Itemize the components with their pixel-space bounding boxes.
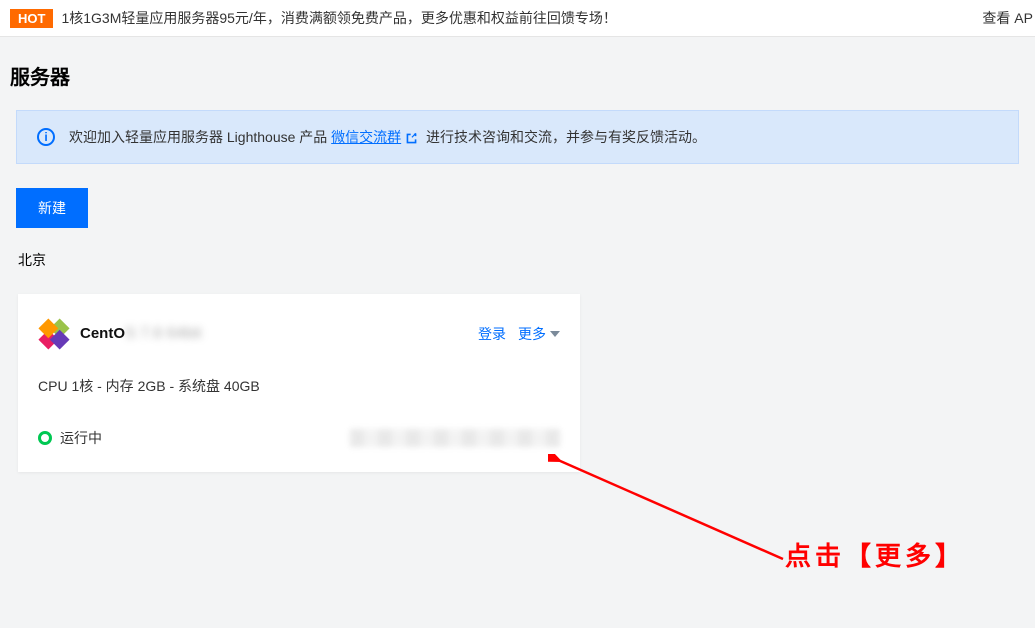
alert-text-pre: 欢迎加入轻量应用服务器 Lighthouse 产品 bbox=[69, 129, 331, 145]
status-running-icon bbox=[38, 431, 52, 445]
external-link-icon bbox=[405, 132, 418, 145]
alert-text-post: 进行技术咨询和交流，并参与有奖反馈活动。 bbox=[422, 129, 706, 145]
annotation-text: 点击【更多】 bbox=[785, 536, 965, 573]
more-label: 更多 bbox=[518, 324, 546, 344]
spec-line: CPU 1核 - 内存 2GB - 系统盘 40GB bbox=[38, 376, 560, 396]
server-card[interactable]: CentOS 7.6 64bit 登录 更多 CPU 1核 - 内存 2GB -… bbox=[18, 294, 580, 472]
banner-text: 1核1G3M轻量应用服务器95元/年，消费满额领免费产品，更多优惠和权益前往回馈… bbox=[61, 8, 616, 28]
status-indicator: 运行中 bbox=[38, 428, 102, 448]
login-button[interactable]: 登录 bbox=[478, 324, 506, 344]
card-header: CentOS 7.6 64bit 登录 更多 bbox=[38, 318, 560, 350]
os-info: CentOS 7.6 64bit bbox=[38, 318, 202, 350]
card-actions: 登录 更多 bbox=[478, 324, 560, 344]
hot-badge: HOT bbox=[10, 9, 53, 28]
new-button[interactable]: 新建 bbox=[16, 188, 88, 228]
info-alert: i 欢迎加入轻量应用服务器 Lighthouse 产品 微信交流群 进行技术咨询… bbox=[16, 110, 1019, 164]
view-api-link[interactable]: 查看 AP bbox=[982, 8, 1033, 28]
status-row: 运行中 bbox=[38, 428, 560, 448]
os-name: CentOS 7.6 64bit bbox=[80, 325, 202, 343]
region-label: 北京 bbox=[18, 250, 1019, 270]
chevron-down-icon bbox=[550, 331, 560, 337]
promo-banner: HOT 1核1G3M轻量应用服务器95元/年，消费满额领免费产品，更多优惠和权益… bbox=[0, 0, 1035, 37]
page-title: 服务器 bbox=[0, 37, 1035, 110]
alert-content: 欢迎加入轻量应用服务器 Lighthouse 产品 微信交流群 进行技术咨询和交… bbox=[69, 127, 706, 147]
centos-icon bbox=[38, 318, 70, 350]
banner-left: HOT 1核1G3M轻量应用服务器95元/年，消费满额领免费产品，更多优惠和权益… bbox=[10, 8, 617, 28]
status-text: 运行中 bbox=[60, 428, 102, 448]
annotation-arrow bbox=[548, 454, 808, 574]
more-button[interactable]: 更多 bbox=[518, 324, 560, 344]
wechat-group-link[interactable]: 微信交流群 bbox=[331, 129, 401, 145]
info-icon: i bbox=[37, 128, 55, 146]
redacted-ip bbox=[350, 429, 560, 447]
